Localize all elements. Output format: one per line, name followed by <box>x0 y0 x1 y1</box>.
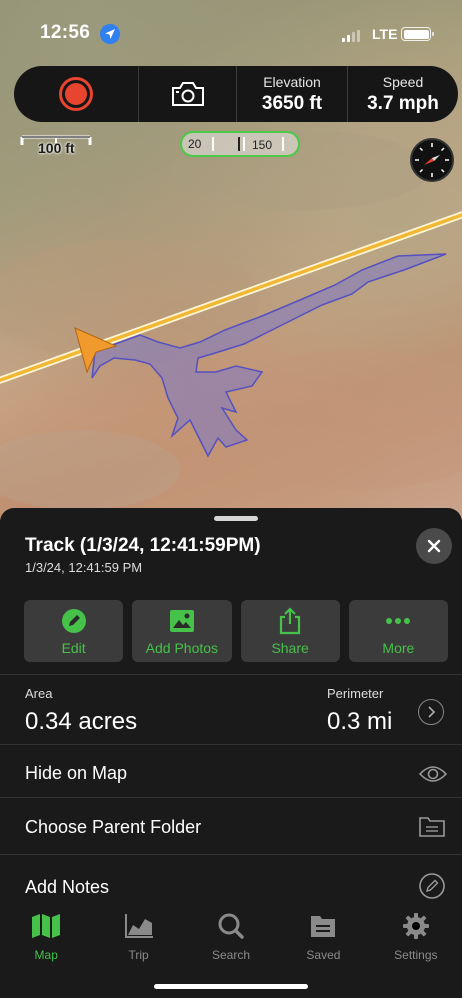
close-button[interactable] <box>416 528 452 564</box>
tab-saved-label: Saved <box>306 948 341 962</box>
compass-icon <box>415 143 449 177</box>
tab-search[interactable]: Search <box>185 900 277 970</box>
elevation-value: 3650 ft <box>261 92 323 114</box>
zoom-ruler[interactable]: 20 150 <box>180 131 300 157</box>
share-label: Share <box>271 640 309 656</box>
area-value: 0.34 acres <box>25 708 138 735</box>
divider <box>0 744 462 745</box>
camera-icon <box>171 82 204 106</box>
perimeter-value: 0.3 mi <box>327 708 393 735</box>
speed-value: 3.7 mph <box>367 92 439 114</box>
divider <box>0 854 462 855</box>
hide-on-map-label: Hide on Map <box>25 763 128 783</box>
tab-trip[interactable]: Trip <box>92 900 184 970</box>
record-icon <box>59 77 93 111</box>
area-label: Area <box>25 686 53 701</box>
tab-search-label: Search <box>212 948 251 962</box>
location-arrow-icon <box>100 24 120 44</box>
ruler-tick <box>282 137 284 151</box>
edit-label: Edit <box>61 640 86 656</box>
edit-button[interactable]: Edit <box>24 600 124 662</box>
pencil-icon <box>61 608 87 634</box>
ruler-indicator <box>238 137 240 151</box>
close-icon <box>427 539 441 553</box>
divider <box>0 674 462 675</box>
add-notes-label: Add Notes <box>25 877 110 897</box>
map-icon <box>30 912 62 940</box>
elevation-stat: Elevation 3650 ft <box>236 66 347 122</box>
scale-label: 100 ft <box>38 140 75 156</box>
signal-icon <box>342 30 360 42</box>
map-scale: 100 ft <box>20 132 92 156</box>
network-label: LTE <box>372 26 398 42</box>
speed-stat: Speed 3.7 mph <box>347 66 458 122</box>
add-photos-button[interactable]: Add Photos <box>132 600 232 662</box>
tab-map[interactable]: Map <box>0 900 92 970</box>
battery-icon <box>401 27 434 41</box>
track-subtitle: 1/3/24, 12:41:59 PM <box>25 560 143 575</box>
more-button[interactable]: More <box>348 600 448 662</box>
gear-icon <box>402 912 430 940</box>
tab-bar: Map Trip Search Saved Settings <box>0 900 462 970</box>
tracking-toolbar: Elevation 3650 ft Speed 3.7 mph <box>14 66 458 122</box>
choose-parent-folder-label: Choose Parent Folder <box>25 817 202 837</box>
perimeter-label: Perimeter <box>327 686 384 701</box>
status-time: 12:56 <box>40 22 91 43</box>
ruler-high-label: 150 <box>252 138 273 152</box>
elevation-label: Elevation <box>263 73 321 90</box>
trip-chart-icon <box>124 912 154 940</box>
eye-icon[interactable] <box>418 764 448 784</box>
measurement-detail-button[interactable] <box>418 699 444 725</box>
action-buttons: Edit Add Photos Share More <box>24 600 448 662</box>
pencil-circle-icon[interactable] <box>418 872 446 900</box>
tab-settings[interactable]: Settings <box>370 900 462 970</box>
folder-icon[interactable] <box>418 814 446 838</box>
tab-trip-label: Trip <box>128 948 149 962</box>
saved-folder-icon <box>309 912 337 940</box>
home-indicator[interactable] <box>154 984 308 989</box>
tab-settings-label: Settings <box>394 948 438 962</box>
track-title: Track (1/3/24, 12:41:59PM) <box>25 535 261 556</box>
sheet-grabber[interactable] <box>214 516 258 521</box>
status-bar: 12:56 LTE <box>0 0 462 64</box>
more-label: More <box>382 640 415 656</box>
ruler-low-label: 20 <box>188 137 202 151</box>
tab-saved[interactable]: Saved <box>277 900 369 970</box>
record-button[interactable] <box>14 66 138 122</box>
speed-label: Speed <box>382 73 424 90</box>
share-icon <box>278 607 302 635</box>
search-icon <box>217 912 245 940</box>
divider <box>0 797 462 798</box>
ruler-tick <box>212 137 214 151</box>
tab-map-label: Map <box>34 948 58 962</box>
compass-button[interactable] <box>410 138 454 182</box>
more-icon <box>385 608 411 634</box>
ruler-tick <box>243 137 245 151</box>
chevron-right-icon <box>428 706 436 718</box>
camera-button[interactable] <box>138 66 236 122</box>
photo-icon <box>169 608 195 634</box>
add-photos-label: Add Photos <box>145 640 219 656</box>
share-button[interactable]: Share <box>240 600 340 662</box>
